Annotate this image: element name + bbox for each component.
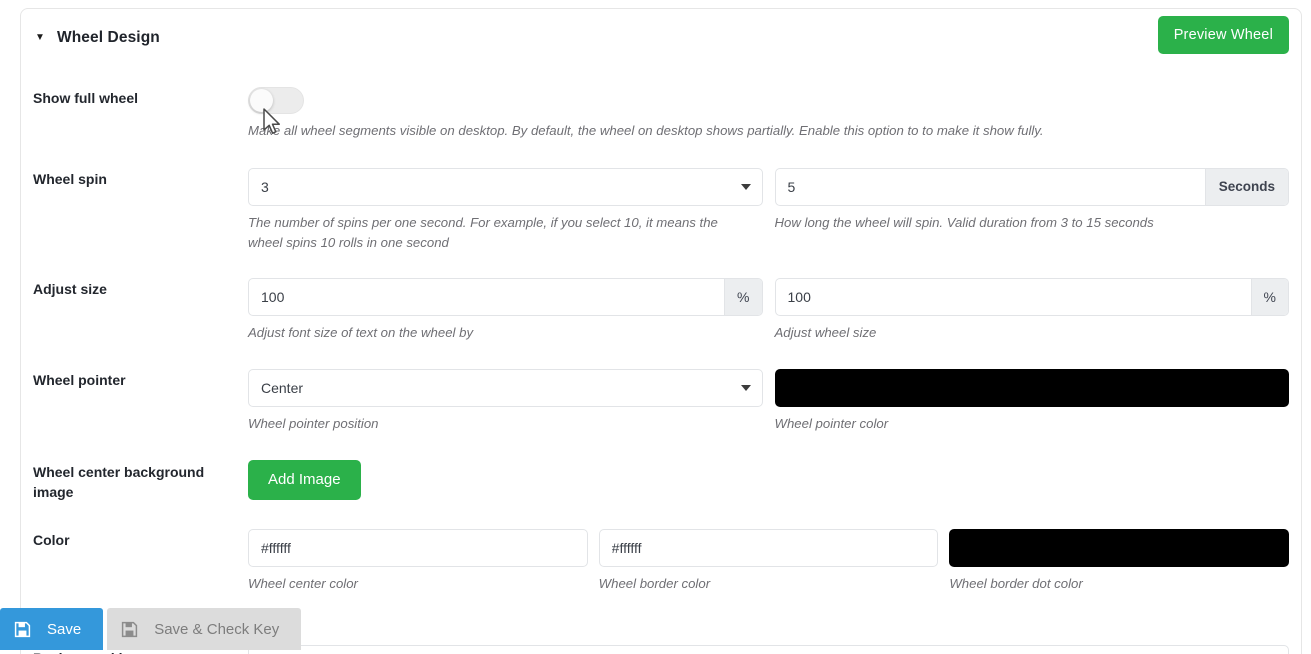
- wheel-size-percent-addon: %: [1250, 279, 1288, 316]
- help-pointer-position: Wheel pointer position: [248, 416, 379, 432]
- row-wheel-pointer: Wheel pointer Center Wheel pointer posit…: [21, 369, 1301, 434]
- save-button[interactable]: Save: [0, 608, 104, 650]
- page-root: ▼ Wheel Design Preview Wheel Show full w…: [0, 0, 1311, 654]
- seconds-addon: Seconds: [1204, 168, 1288, 205]
- wheel-duration-input-group: Seconds: [774, 167, 1289, 206]
- label-wheel-spin: Wheel spin: [33, 170, 107, 187]
- help-wheel-spins: The number of spins per one second. For …: [248, 214, 718, 250]
- settings-form: Show full wheel Make all wheel segments …: [21, 87, 1301, 593]
- save-bar: Save Save & Check Key: [0, 608, 302, 650]
- background-image-select[interactable]: Default: [248, 645, 1289, 654]
- field-border-dot-color: Wheel border dot color: [949, 528, 1290, 594]
- floppy-disk-icon: [14, 621, 31, 638]
- field-pointer-position: Center Wheel pointer position: [248, 369, 763, 434]
- label-adjust-size: Adjust size: [33, 281, 107, 298]
- label-show-full-wheel: Show full wheel: [33, 90, 139, 106]
- field-center-color: Wheel center color: [248, 528, 588, 594]
- font-size-input-group: %: [248, 278, 763, 317]
- row-show-full-wheel: Show full wheel Make all wheel segments …: [21, 87, 1301, 141]
- row-color: Color Wheel center color Wheel border co…: [21, 528, 1301, 594]
- wheel-duration-input[interactable]: [775, 168, 1205, 205]
- label-wheel-center-background-image: Wheel center background image: [33, 463, 205, 501]
- wheel-border-dot-color-swatch[interactable]: [949, 528, 1290, 567]
- wheel-size-input[interactable]: [775, 279, 1251, 316]
- row-wheel-center-background-image: Wheel center background image Add Image: [21, 459, 1301, 503]
- save-and-check-key-button[interactable]: Save & Check Key: [107, 608, 302, 650]
- save-and-check-key-label: Save & Check Key: [154, 620, 280, 638]
- help-pointer-color: Wheel pointer color: [774, 416, 889, 432]
- row-wheel-spin: Wheel spin 3 The number of spins per one…: [21, 167, 1301, 253]
- font-size-input[interactable]: [249, 279, 725, 316]
- field-wheel-duration: Seconds How long the wheel will spin. Va…: [774, 167, 1289, 253]
- row-adjust-size: Adjust size % Adjust font size of text o…: [21, 278, 1301, 343]
- help-show-full-wheel: Make all wheel segments visible on deskt…: [248, 123, 1044, 138]
- wheel-border-color-input[interactable]: [599, 529, 938, 566]
- field-pointer-color: Wheel pointer color: [774, 369, 1289, 434]
- page-title: Wheel Design: [57, 29, 160, 46]
- preview-wheel-button[interactable]: Preview Wheel: [1157, 16, 1289, 54]
- wheel-center-color-input[interactable]: [249, 529, 587, 566]
- show-full-wheel-toggle[interactable]: [248, 87, 304, 114]
- field-font-size: % Adjust font size of text on the wheel …: [248, 278, 763, 343]
- help-wheel-duration: How long the wheel will spin. Valid dura…: [774, 214, 1154, 230]
- field-wheel-spins: 3 The number of spins per one second. Fo…: [248, 167, 763, 253]
- help-center-color: Wheel center color: [248, 575, 358, 591]
- field-wheel-size: % Adjust wheel size: [774, 278, 1289, 343]
- label-color: Color: [33, 531, 70, 548]
- help-font-size: Adjust font size of text on the wheel by: [248, 325, 474, 341]
- toggle-knob: [250, 89, 273, 112]
- help-wheel-size: Adjust wheel size: [774, 325, 877, 341]
- label-wheel-pointer: Wheel pointer: [33, 372, 126, 389]
- help-border-dot-color: Wheel border dot color: [949, 575, 1083, 591]
- wheel-pointer-position-value: Center: [261, 380, 304, 397]
- font-size-percent-addon: %: [724, 279, 762, 316]
- card-header: ▼ Wheel Design Preview Wheel: [21, 9, 1301, 67]
- wheel-pointer-position-select[interactable]: Center: [248, 369, 763, 408]
- wheel-spins-value: 3: [261, 178, 269, 195]
- help-border-color: Wheel border color: [598, 575, 711, 591]
- wheel-pointer-color-swatch[interactable]: [774, 369, 1289, 408]
- wheel-spins-select[interactable]: 3: [248, 167, 763, 206]
- wheel-center-color-input-group: [248, 528, 588, 567]
- field-background-image: Default: [248, 645, 1289, 654]
- chevron-down-icon: [740, 385, 751, 392]
- save-button-label: Save: [47, 620, 82, 638]
- caret-down-icon[interactable]: ▼: [33, 31, 47, 45]
- wheel-border-color-input-group: [598, 528, 939, 567]
- wheel-size-input-group: %: [774, 278, 1289, 317]
- chevron-down-icon: [740, 183, 751, 190]
- wheel-design-card: ▼ Wheel Design Preview Wheel Show full w…: [20, 8, 1302, 654]
- add-image-button[interactable]: Add Image: [248, 459, 361, 500]
- floppy-disk-icon: [121, 621, 138, 638]
- field-border-color: Wheel border color: [598, 528, 939, 594]
